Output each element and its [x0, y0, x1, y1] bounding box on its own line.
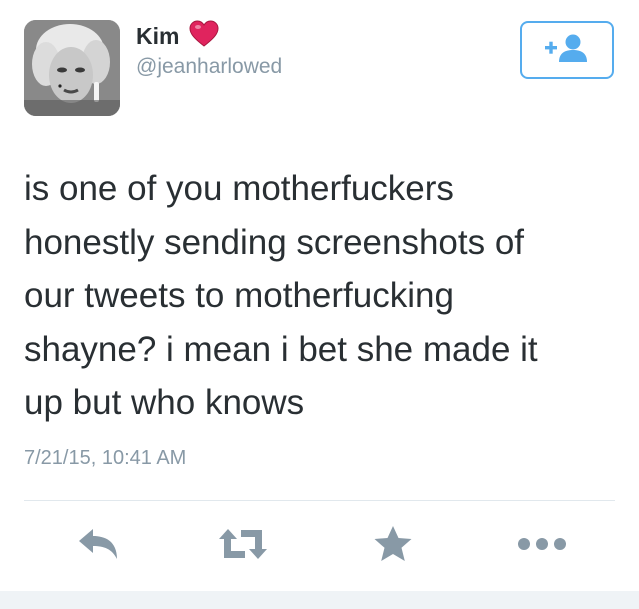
display-name[interactable]: Kim — [136, 23, 179, 50]
retweet-icon — [215, 527, 271, 566]
tweet-timestamp: 7/21/15, 10:41 AM — [24, 447, 187, 469]
reply-button[interactable] — [68, 524, 128, 568]
bottom-separator-band — [0, 591, 639, 609]
tweet-text: is one of you motherfuckers honestly sen… — [24, 169, 538, 422]
heart-icon — [189, 20, 219, 52]
user-handle[interactable]: @jeanharlowed — [136, 55, 282, 79]
add-person-icon — [543, 33, 591, 68]
avatar-photo — [24, 20, 120, 116]
favorite-star-icon — [373, 525, 413, 568]
name-row: Kim — [136, 20, 219, 52]
divider — [24, 500, 615, 501]
more-button[interactable] — [512, 524, 572, 568]
follow-button[interactable] — [520, 21, 614, 79]
more-dots-icon — [516, 537, 568, 556]
reply-icon — [75, 527, 121, 566]
favorite-button[interactable] — [363, 524, 423, 568]
retweet-button[interactable] — [213, 524, 273, 568]
avatar[interactable] — [24, 20, 120, 116]
